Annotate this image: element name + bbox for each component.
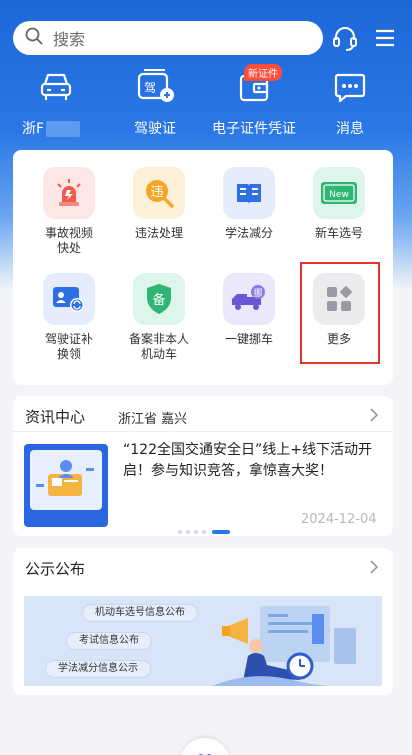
news-divider: [13, 431, 393, 432]
car-icon: [38, 70, 74, 108]
menu-icon[interactable]: [374, 27, 396, 53]
notice-chevron-right-icon[interactable]: [368, 559, 380, 579]
bottom-floating-button[interactable]: [180, 738, 230, 755]
service-move-car-label: 一键挪车: [224, 332, 273, 346]
pill-study-info[interactable]: 学法减分信息公示: [45, 660, 151, 678]
alarm-light-icon: [43, 167, 95, 219]
move-glyph: 挪: [253, 287, 262, 299]
violation-glyph: 违: [150, 185, 163, 200]
service-violation-label: 违法处理: [134, 226, 183, 240]
megaphone-illustration: [212, 600, 382, 690]
svg-text:驾: 驾: [144, 81, 156, 95]
search-bar[interactable]: 搜索: [13, 21, 323, 55]
nav-vehicle[interactable]: 浙F: [22, 68, 92, 138]
record-glyph: 备: [152, 292, 165, 308]
pill-plate-info[interactable]: 机动车选号信息公布: [82, 604, 198, 622]
pill-exam-info[interactable]: 考试信息公布: [66, 632, 152, 650]
new-glyph: New: [329, 190, 349, 200]
bottom-button-icon: [192, 746, 218, 755]
news-date: 2024-12-04: [301, 512, 377, 527]
headset-icon[interactable]: [331, 24, 359, 56]
news-location[interactable]: 浙江省 嘉兴: [118, 408, 187, 427]
top-nav: 浙F 驾 驾驶证 新证件 电子证件凭证 消息: [0, 64, 412, 138]
service-accident-label: 事故视频快处: [44, 226, 93, 255]
notice-title: 公示公布: [25, 560, 86, 578]
more-highlight-box: [300, 262, 380, 364]
carousel-dots: [177, 520, 233, 539]
nav-messages[interactable]: 消息: [315, 68, 385, 138]
service-move-car[interactable]: 挪 一键挪车: [211, 273, 287, 347]
nav-driving-license-label: 驾驶证: [134, 121, 176, 137]
plate-mask: [46, 121, 81, 137]
violation-search-icon: 违: [133, 167, 185, 219]
nav-messages-label: 消息: [336, 121, 364, 137]
service-study[interactable]: 学法减分: [211, 167, 287, 241]
nav-e-certificate[interactable]: 新证件 电子证件凭证: [207, 64, 301, 138]
service-accident[interactable]: 事故视频快处: [31, 167, 107, 256]
nav-driving-license[interactable]: 驾 驾驶证: [120, 68, 190, 138]
service-new-plate-label: 新车选号: [314, 226, 363, 240]
nav-e-certificate-label: 电子证件凭证: [212, 121, 296, 137]
license-card-icon: 驾: [135, 68, 175, 108]
book-icon: [223, 167, 275, 219]
search-icon: [25, 27, 43, 49]
nav-vehicle-label: 浙F: [22, 121, 45, 137]
service-violation[interactable]: 违 违法处理: [121, 167, 197, 241]
news-headline[interactable]: “122全国交通安全日”线上+线下活动开启！参与知识竞答，拿惊喜大奖！: [123, 440, 383, 482]
service-new-plate[interactable]: New 新车选号: [301, 167, 377, 241]
news-chevron-right-icon[interactable]: [368, 407, 380, 427]
service-record-vehicle-label: 备案非本人机动车: [128, 332, 189, 361]
service-record-vehicle[interactable]: 备 备案非本人机动车: [121, 273, 197, 362]
tow-truck-icon: 挪: [223, 273, 275, 325]
new-cert-badge: 新证件: [244, 64, 282, 81]
service-license-replace[interactable]: 驾驶证补换领: [31, 273, 107, 362]
search-placeholder: 搜索: [53, 30, 86, 49]
service-study-label: 学法减分: [224, 226, 273, 240]
id-card-refresh-icon: [43, 273, 95, 325]
service-license-replace-label: 驾驶证补换领: [44, 332, 93, 361]
new-plate-icon: New: [313, 167, 365, 219]
chat-icon: [332, 70, 368, 108]
news-title: 资讯中心: [25, 408, 86, 426]
news-thumbnail[interactable]: [24, 444, 108, 527]
shield-record-icon: 备: [133, 273, 185, 325]
